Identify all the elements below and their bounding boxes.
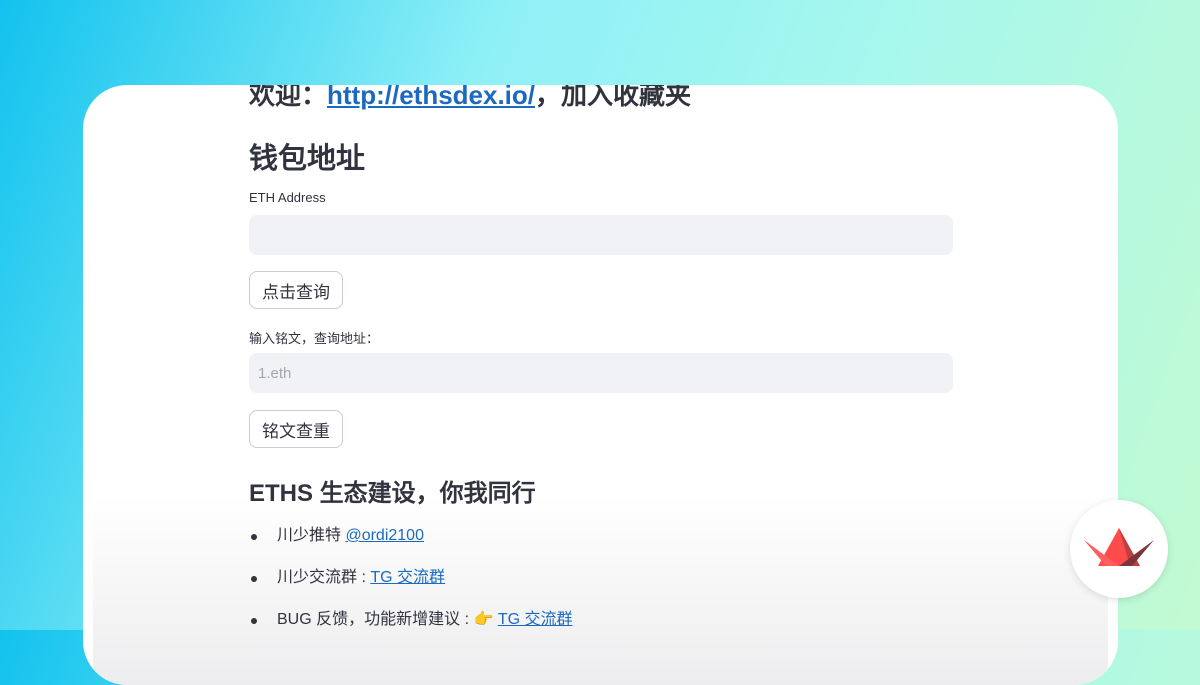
twitter-link[interactable]: @ordi2100 <box>345 527 424 544</box>
list-item: 川少交流群 : TG 交流群 <box>249 557 573 599</box>
inscription-check-button[interactable]: 铭文查重 <box>249 410 343 448</box>
query-button[interactable]: 点击查询 <box>249 271 343 309</box>
inscription-label: 输入铭文，查询地址： <box>249 331 380 346</box>
welcome-suffix: ，加入收藏夹 <box>535 85 692 110</box>
inscription-input[interactable] <box>249 353 953 393</box>
card-bottom-fade <box>93 495 1108 685</box>
welcome-prefix: 欢迎： <box>249 85 328 110</box>
feedback-label: BUG 反馈，功能新增建议 : <box>277 611 474 628</box>
eco-link-list: 川少推特 @ordi2100 川少交流群 : TG 交流群 BUG 反馈，功能新… <box>249 515 573 641</box>
pointing-hand-icon: 👉 <box>473 611 498 628</box>
welcome-banner: 欢迎：http://ethsdex.io/，加入收藏夹 <box>249 85 691 112</box>
tg-feedback-link[interactable]: TG 交流群 <box>498 611 573 628</box>
streamlit-badge[interactable] <box>1070 500 1168 598</box>
list-item: 川少推特 @ordi2100 <box>249 515 573 557</box>
tg-group-link[interactable]: TG 交流群 <box>370 569 445 586</box>
eco-heading: ETHS 生态建设，你我同行 <box>249 480 536 507</box>
twitter-label: 川少推特 <box>277 527 346 544</box>
main-card: 欢迎：http://ethsdex.io/，加入收藏夹 钱包地址 ETH Add… <box>83 85 1118 685</box>
site-link[interactable]: http://ethsdex.io/ <box>327 85 535 110</box>
list-item: BUG 反馈，功能新增建议 : 👉 TG 交流群 <box>249 599 573 641</box>
group-label: 川少交流群 : <box>277 569 371 586</box>
wallet-heading: 钱包地址 <box>249 143 366 175</box>
crown-logo-icon <box>1084 528 1154 566</box>
eth-address-label: ETH Address <box>249 190 326 205</box>
eth-address-input[interactable] <box>249 215 953 255</box>
